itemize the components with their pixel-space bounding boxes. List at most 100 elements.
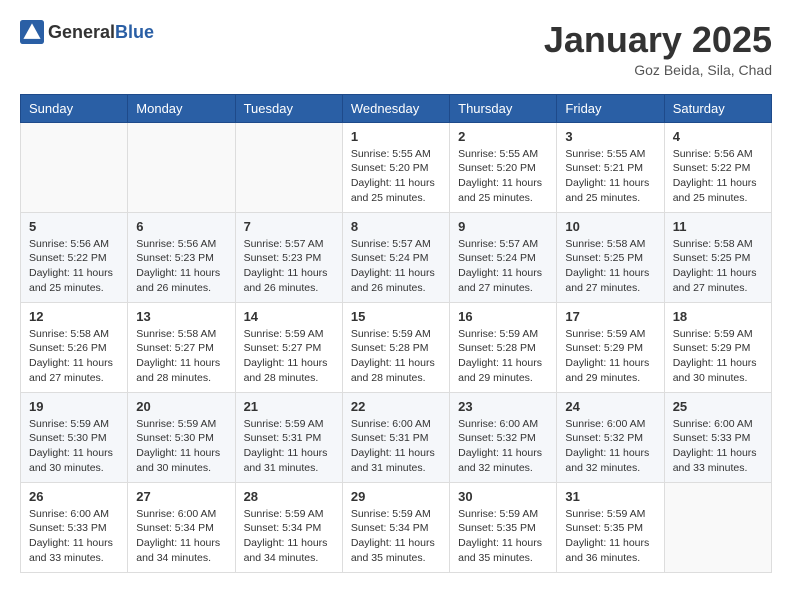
- day-number: 9: [458, 219, 548, 234]
- day-number: 3: [565, 129, 655, 144]
- day-header-sunday: Sunday: [21, 94, 128, 122]
- calendar-cell: 2 Sunrise: 5:55 AM Sunset: 5:20 PM Daylig…: [450, 122, 557, 212]
- page-header: GeneralBlue January 2025 Goz Beida, Sila…: [20, 20, 772, 78]
- day-header-saturday: Saturday: [664, 94, 771, 122]
- day-number: 29: [351, 489, 441, 504]
- day-number: 22: [351, 399, 441, 414]
- day-info: Sunrise: 6:00 AM Sunset: 5:32 PM Dayligh…: [565, 417, 655, 476]
- logo-blue: Blue: [115, 22, 154, 42]
- calendar-cell: 20 Sunrise: 5:59 AM Sunset: 5:30 PM Dayli…: [128, 392, 235, 482]
- day-number: 26: [29, 489, 119, 504]
- day-number: 30: [458, 489, 548, 504]
- day-info: Sunrise: 5:59 AM Sunset: 5:35 PM Dayligh…: [565, 507, 655, 566]
- day-number: 10: [565, 219, 655, 234]
- calendar-cell: 8 Sunrise: 5:57 AM Sunset: 5:24 PM Daylig…: [342, 212, 449, 302]
- day-info: Sunrise: 5:55 AM Sunset: 5:20 PM Dayligh…: [351, 147, 441, 206]
- day-number: 31: [565, 489, 655, 504]
- day-info: Sunrise: 5:55 AM Sunset: 5:21 PM Dayligh…: [565, 147, 655, 206]
- calendar-cell: 21Sunrise: 5:59 AM Sunset: 5:31 PM Dayli…: [235, 392, 342, 482]
- calendar-cell: 17Sunrise: 5:59 AM Sunset: 5:29 PM Dayli…: [557, 302, 664, 392]
- location-subtitle: Goz Beida, Sila, Chad: [544, 62, 772, 78]
- title-section: January 2025 Goz Beida, Sila, Chad: [544, 20, 772, 78]
- calendar-cell: 13 Sunrise: 5:58 AM Sunset: 5:27 PM Dayli…: [128, 302, 235, 392]
- day-header-friday: Friday: [557, 94, 664, 122]
- calendar-cell: 29 Sunrise: 5:59 AM Sunset: 5:34 PM Dayli…: [342, 482, 449, 572]
- calendar-cell: 30Sunrise: 5:59 AM Sunset: 5:35 PM Dayli…: [450, 482, 557, 572]
- day-info: Sunrise: 5:57 AM Sunset: 5:24 PM Dayligh…: [351, 237, 441, 296]
- calendar-cell: 5 Sunrise: 5:56 AM Sunset: 5:22 PM Daylig…: [21, 212, 128, 302]
- day-header-wednesday: Wednesday: [342, 94, 449, 122]
- day-number: 28: [244, 489, 334, 504]
- day-info: Sunrise: 6:00 AM Sunset: 5:32 PM Dayligh…: [458, 417, 548, 476]
- calendar-cell: 15Sunrise: 5:59 AM Sunset: 5:28 PM Dayli…: [342, 302, 449, 392]
- calendar-week-row: 19 Sunrise: 5:59 AM Sunset: 5:30 PM Dayli…: [21, 392, 772, 482]
- calendar-cell: 9Sunrise: 5:57 AM Sunset: 5:24 PM Daylig…: [450, 212, 557, 302]
- day-number: 8: [351, 219, 441, 234]
- day-info: Sunrise: 6:00 AM Sunset: 5:33 PM Dayligh…: [673, 417, 763, 476]
- calendar-cell: 26 Sunrise: 6:00 AM Sunset: 5:33 PM Dayli…: [21, 482, 128, 572]
- calendar-cell: 28 Sunrise: 5:59 AM Sunset: 5:34 PM Dayli…: [235, 482, 342, 572]
- day-number: 4: [673, 129, 763, 144]
- day-info: Sunrise: 5:59 AM Sunset: 5:28 PM Dayligh…: [351, 327, 441, 386]
- day-number: 14: [244, 309, 334, 324]
- day-number: 18: [673, 309, 763, 324]
- day-number: 5: [29, 219, 119, 234]
- day-info: Sunrise: 5:59 AM Sunset: 5:28 PM Dayligh…: [458, 327, 548, 386]
- calendar-cell: 19 Sunrise: 5:59 AM Sunset: 5:30 PM Dayli…: [21, 392, 128, 482]
- day-number: 20: [136, 399, 226, 414]
- calendar-cell: 16 Sunrise: 5:59 AM Sunset: 5:28 PM Dayli…: [450, 302, 557, 392]
- calendar-cell: 24 Sunrise: 6:00 AM Sunset: 5:32 PM Dayli…: [557, 392, 664, 482]
- calendar-cell: [128, 122, 235, 212]
- calendar-cell: 23 Sunrise: 6:00 AM Sunset: 5:32 PM Dayli…: [450, 392, 557, 482]
- calendar-week-row: 1Sunrise: 5:55 AM Sunset: 5:20 PM Daylig…: [21, 122, 772, 212]
- calendar-header-row: SundayMondayTuesdayWednesdayThursdayFrid…: [21, 94, 772, 122]
- calendar-cell: [235, 122, 342, 212]
- day-header-tuesday: Tuesday: [235, 94, 342, 122]
- day-info: Sunrise: 5:58 AM Sunset: 5:26 PM Dayligh…: [29, 327, 119, 386]
- calendar-cell: 7 Sunrise: 5:57 AM Sunset: 5:23 PM Daylig…: [235, 212, 342, 302]
- day-number: 24: [565, 399, 655, 414]
- day-info: Sunrise: 5:55 AM Sunset: 5:20 PM Dayligh…: [458, 147, 548, 206]
- generalblue-logo-icon: [20, 20, 44, 44]
- day-info: Sunrise: 5:56 AM Sunset: 5:23 PM Dayligh…: [136, 237, 226, 296]
- day-info: Sunrise: 6:00 AM Sunset: 5:34 PM Dayligh…: [136, 507, 226, 566]
- day-number: 19: [29, 399, 119, 414]
- day-info: Sunrise: 6:00 AM Sunset: 5:31 PM Dayligh…: [351, 417, 441, 476]
- day-info: Sunrise: 5:59 AM Sunset: 5:29 PM Dayligh…: [565, 327, 655, 386]
- calendar-cell: 10Sunrise: 5:58 AM Sunset: 5:25 PM Dayli…: [557, 212, 664, 302]
- day-info: Sunrise: 5:59 AM Sunset: 5:30 PM Dayligh…: [136, 417, 226, 476]
- day-number: 7: [244, 219, 334, 234]
- calendar-week-row: 5 Sunrise: 5:56 AM Sunset: 5:22 PM Daylig…: [21, 212, 772, 302]
- day-info: Sunrise: 5:58 AM Sunset: 5:27 PM Dayligh…: [136, 327, 226, 386]
- calendar-cell: 14 Sunrise: 5:59 AM Sunset: 5:27 PM Dayli…: [235, 302, 342, 392]
- day-info: Sunrise: 5:59 AM Sunset: 5:31 PM Dayligh…: [244, 417, 334, 476]
- day-number: 16: [458, 309, 548, 324]
- month-year-title: January 2025: [544, 20, 772, 60]
- day-info: Sunrise: 5:56 AM Sunset: 5:22 PM Dayligh…: [673, 147, 763, 206]
- day-info: Sunrise: 5:58 AM Sunset: 5:25 PM Dayligh…: [673, 237, 763, 296]
- day-info: Sunrise: 5:59 AM Sunset: 5:34 PM Dayligh…: [244, 507, 334, 566]
- day-number: 11: [673, 219, 763, 234]
- calendar-cell: 25 Sunrise: 6:00 AM Sunset: 5:33 PM Dayli…: [664, 392, 771, 482]
- day-info: Sunrise: 5:59 AM Sunset: 5:34 PM Dayligh…: [351, 507, 441, 566]
- day-number: 13: [136, 309, 226, 324]
- day-info: Sunrise: 5:59 AM Sunset: 5:30 PM Dayligh…: [29, 417, 119, 476]
- calendar-cell: 3 Sunrise: 5:55 AM Sunset: 5:21 PM Daylig…: [557, 122, 664, 212]
- day-number: 27: [136, 489, 226, 504]
- day-info: Sunrise: 5:59 AM Sunset: 5:29 PM Dayligh…: [673, 327, 763, 386]
- day-header-monday: Monday: [128, 94, 235, 122]
- calendar-table: SundayMondayTuesdayWednesdayThursdayFrid…: [20, 94, 772, 573]
- day-number: 25: [673, 399, 763, 414]
- day-number: 12: [29, 309, 119, 324]
- calendar-cell: 18 Sunrise: 5:59 AM Sunset: 5:29 PM Dayli…: [664, 302, 771, 392]
- calendar-cell: 4 Sunrise: 5:56 AM Sunset: 5:22 PM Daylig…: [664, 122, 771, 212]
- calendar-week-row: 12 Sunrise: 5:58 AM Sunset: 5:26 PM Dayli…: [21, 302, 772, 392]
- logo: GeneralBlue: [20, 20, 154, 44]
- calendar-cell: 31 Sunrise: 5:59 AM Sunset: 5:35 PM Dayli…: [557, 482, 664, 572]
- day-number: 23: [458, 399, 548, 414]
- day-info: Sunrise: 5:56 AM Sunset: 5:22 PM Dayligh…: [29, 237, 119, 296]
- day-info: Sunrise: 5:57 AM Sunset: 5:23 PM Dayligh…: [244, 237, 334, 296]
- day-info: Sunrise: 5:59 AM Sunset: 5:27 PM Dayligh…: [244, 327, 334, 386]
- day-number: 2: [458, 129, 548, 144]
- day-info: Sunrise: 6:00 AM Sunset: 5:33 PM Dayligh…: [29, 507, 119, 566]
